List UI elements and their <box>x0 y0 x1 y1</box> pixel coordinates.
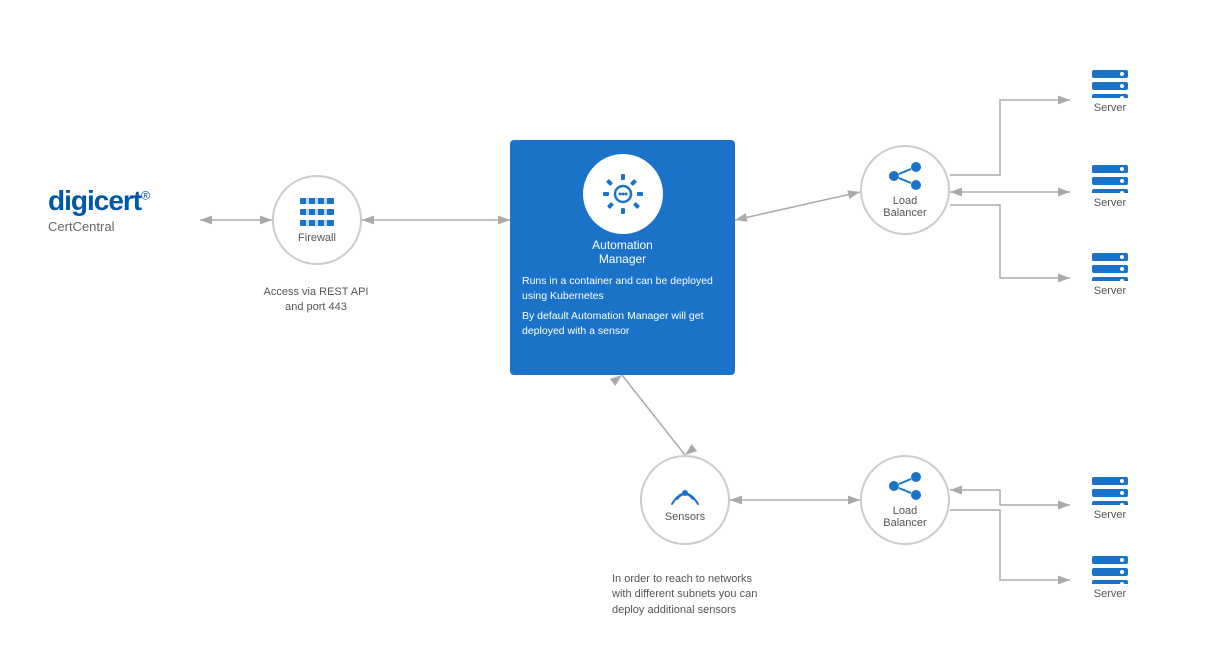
automation-gear-icon <box>601 172 645 216</box>
server-bottom-2: Server <box>1070 554 1150 600</box>
firewall-label: Firewall <box>298 232 336 244</box>
lb-bottom-label: LoadBalancer <box>883 505 926 529</box>
server-top-2-label: Server <box>1094 197 1126 209</box>
server-bottom-1-icon <box>1090 475 1130 505</box>
lb-top-label: LoadBalancer <box>883 195 926 219</box>
access-label: Access via REST APIand port 443 <box>256 285 376 316</box>
server-top-1-icon <box>1090 68 1130 98</box>
digicert-logo: digicert® CertCentral <box>48 185 149 234</box>
sensors-label: Sensors <box>665 511 705 523</box>
server-top-2-icon <box>1090 163 1130 193</box>
server-bottom-2-icon <box>1090 554 1130 584</box>
firewall-icon <box>298 196 336 228</box>
sensor-icon <box>667 477 703 507</box>
server-top-3: Server <box>1070 251 1150 297</box>
server-bottom-1: Server <box>1070 475 1150 521</box>
load-balancer-top-node: LoadBalancer <box>860 145 950 235</box>
load-balancer-top-icon <box>886 161 924 191</box>
load-balancer-bottom-icon <box>886 471 924 501</box>
server-top-1-label: Server <box>1094 102 1126 114</box>
server-top-3-label: Server <box>1094 285 1126 297</box>
server-top-2: Server <box>1070 163 1150 209</box>
firewall-node: Firewall <box>272 175 362 265</box>
automation-desc-2: By default Automation Manager will get d… <box>510 309 735 338</box>
brand-name: digicert® <box>48 185 149 217</box>
load-balancer-bottom-node: LoadBalancer <box>860 455 950 545</box>
server-bottom-2-label: Server <box>1094 588 1126 600</box>
product-name: CertCentral <box>48 219 149 234</box>
automation-manager-title: AutomationManager <box>510 238 735 266</box>
automation-desc-1: Runs in a container and can be deployed … <box>510 274 735 303</box>
sensors-node: Sensors <box>640 455 730 545</box>
server-bottom-1-label: Server <box>1094 509 1126 521</box>
server-top-1: Server <box>1070 68 1150 114</box>
automation-manager-icon-circle <box>583 154 663 234</box>
sensor-description: In order to reach to networks with diffe… <box>612 572 772 618</box>
server-top-3-icon <box>1090 251 1130 281</box>
automation-manager-box: AutomationManager Runs in a container an… <box>510 140 735 375</box>
